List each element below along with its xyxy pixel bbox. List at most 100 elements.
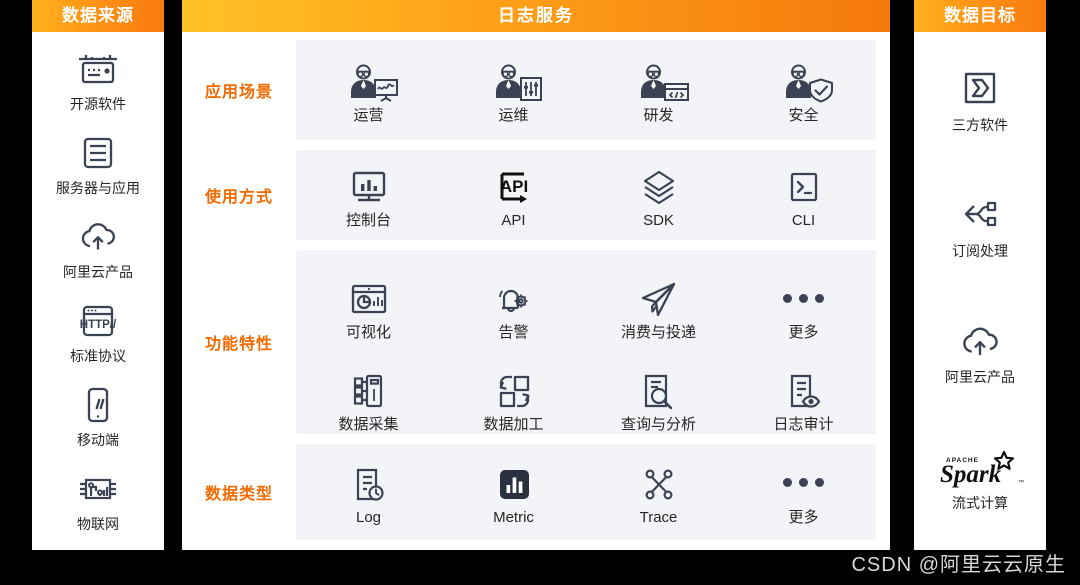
cell-data-processing[interactable]: 数据加工 [441, 342, 586, 434]
cell-trace[interactable]: Trace [586, 458, 731, 527]
source-item-mobile[interactable]: 移动端 [75, 382, 121, 450]
apache-spark-logo: APACHE Spark ™ [932, 445, 1028, 491]
row-gap [182, 240, 876, 250]
share-nodes-icon [955, 193, 1005, 239]
left-panel-items: 开源软件 服务器与应用 阿里云产品 HTTP// 标准协议 移动端 物联网 [32, 32, 164, 550]
svg-text:™: ™ [1018, 479, 1024, 486]
console-monitor-icon [344, 161, 394, 211]
metric-bars-icon [490, 458, 538, 508]
row-gap [182, 140, 876, 150]
cell-label: 更多 [788, 324, 819, 341]
source-item-aliyun-products[interactable]: 阿里云产品 [63, 214, 133, 282]
source-item-iot[interactable]: 物联网 [73, 466, 123, 534]
server-list-icon [75, 130, 121, 176]
target-item-third-party-software[interactable]: 三方软件 [952, 67, 1008, 135]
cell-data-collection[interactable]: 数据采集 [296, 342, 441, 434]
cell-visualization[interactable]: 可视化 [296, 250, 441, 342]
source-item-open-source-software[interactable]: 开源软件 [70, 46, 126, 114]
person-sliders-icon [482, 56, 546, 106]
row-label: 使用方式 [204, 189, 273, 206]
terminal-icon [781, 161, 827, 211]
row-content: Log Metric Trace 更多 [296, 444, 876, 540]
dashboard-chart-icon [343, 273, 395, 323]
cell-label: 查询与分析 [620, 416, 696, 433]
cell-label: 更多 [788, 508, 819, 526]
svg-text:HTTP//: HTTP// [80, 319, 117, 331]
ellipsis-icon [783, 458, 824, 508]
data-collect-icon [343, 365, 395, 415]
cell-operations[interactable]: 运营 [296, 56, 441, 125]
cell-label: 研发 [643, 106, 674, 124]
center-panel-body: 应用场景 运营 运维 研发 安全 使用方式 控制台 API API SDK CL… [182, 32, 890, 550]
cell-metric[interactable]: Metric [441, 458, 586, 527]
svg-text:Spark: Spark [940, 461, 1002, 488]
person-chart-icon [337, 56, 401, 106]
row-content: 可视化 告警 消费与投递 更多 数据采集 数据加工 查询与分析 日志审计 [296, 250, 876, 434]
cell-label: Trace [639, 508, 678, 526]
cell-log-audit[interactable]: 日志审计 [731, 342, 876, 434]
cell-console[interactable]: 控制台 [296, 161, 441, 230]
ellipsis-icon [783, 273, 824, 323]
target-item-label: 阿里云产品 [945, 369, 1015, 385]
cell-more-capabilities[interactable]: 更多 [731, 250, 876, 342]
paper-plane-icon [633, 273, 685, 323]
source-item-label: 服务器与应用 [56, 180, 140, 196]
cell-cli[interactable]: CLI [731, 161, 876, 230]
cell-label: 控制台 [345, 211, 391, 229]
row-content: 运营 运维 研发 安全 [296, 40, 876, 140]
target-item-aliyun-products[interactable]: 阿里云产品 [945, 319, 1015, 387]
source-item-servers-and-apps[interactable]: 服务器与应用 [56, 130, 140, 198]
cell-label: Metric [493, 508, 534, 526]
feature-row-usage: 使用方式 控制台 API API SDK CLI [182, 150, 876, 240]
center-panel-title: 日志服务 [182, 0, 890, 32]
log-clock-icon [345, 458, 393, 508]
cell-log[interactable]: Log [296, 458, 441, 527]
feature-row-capabilities: 功能特性 可视化 告警 消费与投递 更多 数据采集 数据加工 查询与分析 日志审… [182, 250, 876, 434]
cell-consume-deliver[interactable]: 消费与投递 [586, 250, 731, 342]
cell-more-data-types[interactable]: 更多 [731, 458, 876, 527]
left-panel-title: 数据来源 [32, 0, 164, 32]
cell-label: 告警 [498, 324, 529, 341]
cell-sdk[interactable]: SDK [586, 161, 731, 230]
feature-row-data-types: 数据类型 Log Metric Trace 更多 [182, 444, 876, 540]
row-content: 控制台 API API SDK CLI [296, 150, 876, 240]
target-item-stream-computing[interactable]: APACHE Spark ™ 流式计算 [932, 445, 1028, 513]
document-search-icon [633, 365, 685, 415]
source-item-label: 开源软件 [70, 96, 126, 112]
data-transform-icon [488, 365, 540, 415]
row-label: 功能特性 [204, 336, 273, 353]
cell-label: 运营 [353, 106, 384, 124]
cell-label: 日志审计 [773, 416, 834, 433]
document-eye-icon [778, 365, 830, 415]
cloud-upload-icon [75, 214, 121, 260]
cell-label: 消费与投递 [620, 324, 696, 341]
right-panel: 数据目标 三方软件 订阅处理 阿里云产品 APACHE Spark ™ 流式计算 [914, 0, 1046, 550]
cell-label: 安全 [788, 106, 819, 124]
cell-ops-maintenance[interactable]: 运维 [441, 56, 586, 125]
cell-alerting[interactable]: 告警 [441, 250, 586, 342]
cloud-upload-icon [956, 319, 1004, 365]
person-shield-icon [772, 56, 836, 106]
cell-label: 数据加工 [483, 416, 544, 433]
cell-label: Log [355, 508, 382, 526]
center-panel: 日志服务 应用场景 运营 运维 研发 安全 使用方式 控制台 API API S… [182, 0, 890, 550]
cell-rnd[interactable]: 研发 [586, 56, 731, 125]
iot-chip-icon [73, 466, 123, 512]
cell-label: 数据采集 [338, 416, 399, 433]
cell-label: API [501, 211, 526, 229]
target-item-label: 三方软件 [952, 117, 1008, 133]
cell-query-analysis[interactable]: 查询与分析 [586, 342, 731, 434]
chevron-box-icon [956, 67, 1004, 113]
cell-label: SDK [643, 211, 674, 229]
source-item-label: 阿里云产品 [63, 264, 133, 280]
source-item-label: 移动端 [77, 432, 119, 448]
row-label: 应用场景 [204, 84, 273, 101]
source-item-standard-protocol[interactable]: HTTP// 标准协议 [70, 298, 126, 366]
source-item-label: 物联网 [77, 516, 119, 532]
http-browser-icon: HTTP// [75, 298, 121, 344]
feature-row-scenarios: 应用场景 运营 运维 研发 安全 [182, 40, 876, 140]
cell-security[interactable]: 安全 [731, 56, 876, 125]
target-item-label: 订阅处理 [952, 243, 1008, 259]
cell-api[interactable]: API API [441, 161, 586, 230]
target-item-subscription-processing[interactable]: 订阅处理 [952, 193, 1008, 261]
